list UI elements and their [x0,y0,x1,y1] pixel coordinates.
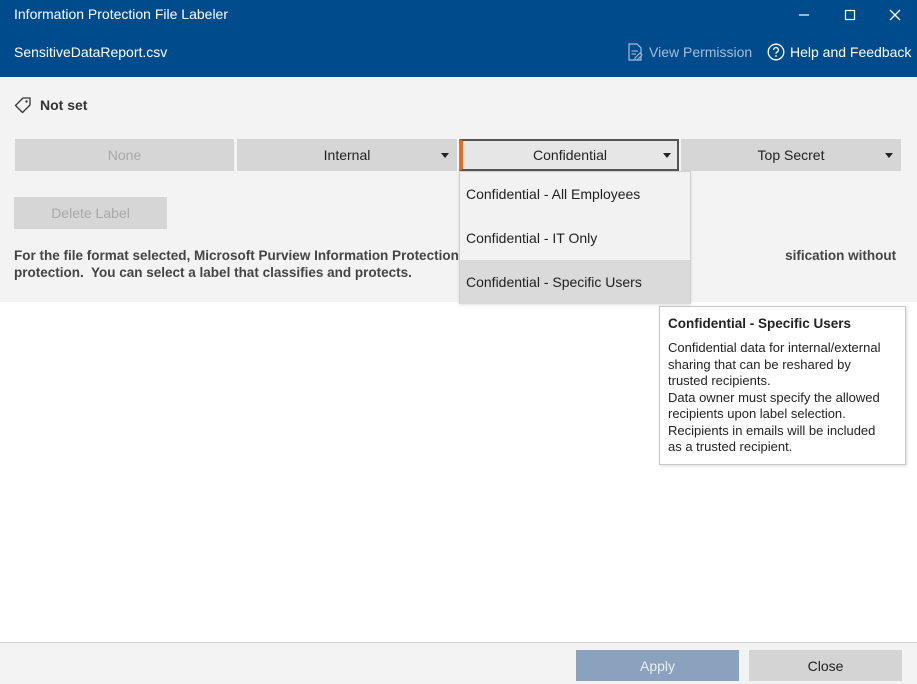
minimize-icon [799,14,809,16]
current-label: Not set [14,96,87,114]
maximize-button[interactable] [835,4,865,26]
maximize-icon [844,9,856,21]
apply-label: Apply [639,657,676,674]
tooltip-line: recipients upon label selection. [668,406,846,421]
tooltip-line: Data owner must specify the allowed [668,389,880,405]
view-permission-label: View Permission [649,44,753,60]
footer-bar: Apply Close [0,642,917,684]
confidential-sublabel-dropdown: Confidential - All Employees Confidentia… [459,171,691,304]
tooltip-line: as a trusted recipient. [668,439,793,454]
tooltip-body: Confidential data for internal/external … [668,340,897,456]
labeler-window: Information Protection File Labeler Sens… [0,0,917,684]
tooltip-title: Confidential - Specific Users [668,316,852,331]
tooltip-line: Confidential data for internal/external [668,340,881,355]
label-none-button[interactable]: None [15,139,234,171]
app-title: Information Protection File Labeler [14,6,228,22]
help-feedback-button[interactable]: Help and Feedback [767,43,911,61]
sublabel-all-employees[interactable]: Confidential - All Employees [460,172,690,216]
close-button[interactable]: Close [749,650,902,681]
label-none-text: None [107,147,142,163]
tooltip-line: trusted recipients. [668,373,771,388]
apply-button[interactable]: Apply [576,650,739,681]
label-confidential-button[interactable]: Confidential [459,139,679,171]
window-close-button[interactable] [880,4,910,26]
delete-label-text: Delete Label [51,205,130,221]
chevron-down-icon [663,153,671,158]
close-label: Close [807,657,844,674]
sublabel-it-only[interactable]: Confidential - IT Only [460,216,690,260]
help-feedback-label: Help and Feedback [790,44,912,60]
view-permission-button[interactable]: View Permission [627,43,752,61]
help-icon [767,43,785,61]
title-bar: Information Protection File Labeler Sens… [0,0,917,77]
tooltip-line: sharing that can be reshared by [668,356,851,372]
file-name: SensitiveDataReport.csv [14,44,168,60]
chevron-down-icon [441,153,449,158]
close-icon [889,9,901,21]
delete-label-button[interactable]: Delete Label [14,197,167,229]
tag-icon [14,97,31,114]
sublabel-tooltip: Confidential - Specific Users Confidenti… [659,306,906,465]
label-internal-text: Internal [323,147,371,163]
chevron-down-icon [885,153,893,158]
document-permission-icon [628,43,643,61]
minimize-button[interactable] [789,4,819,26]
label-confidential-text: Confidential [533,147,607,163]
label-top-secret-text: Top Secret [757,147,825,163]
label-internal-button[interactable]: Internal [237,139,457,171]
label-top-secret-button[interactable]: Top Secret [681,139,901,171]
tooltip-line: Recipients in emails will be included [668,422,876,438]
sublabel-specific-users[interactable]: Confidential - Specific Users [460,260,690,304]
current-label-text: Not set [40,97,88,113]
